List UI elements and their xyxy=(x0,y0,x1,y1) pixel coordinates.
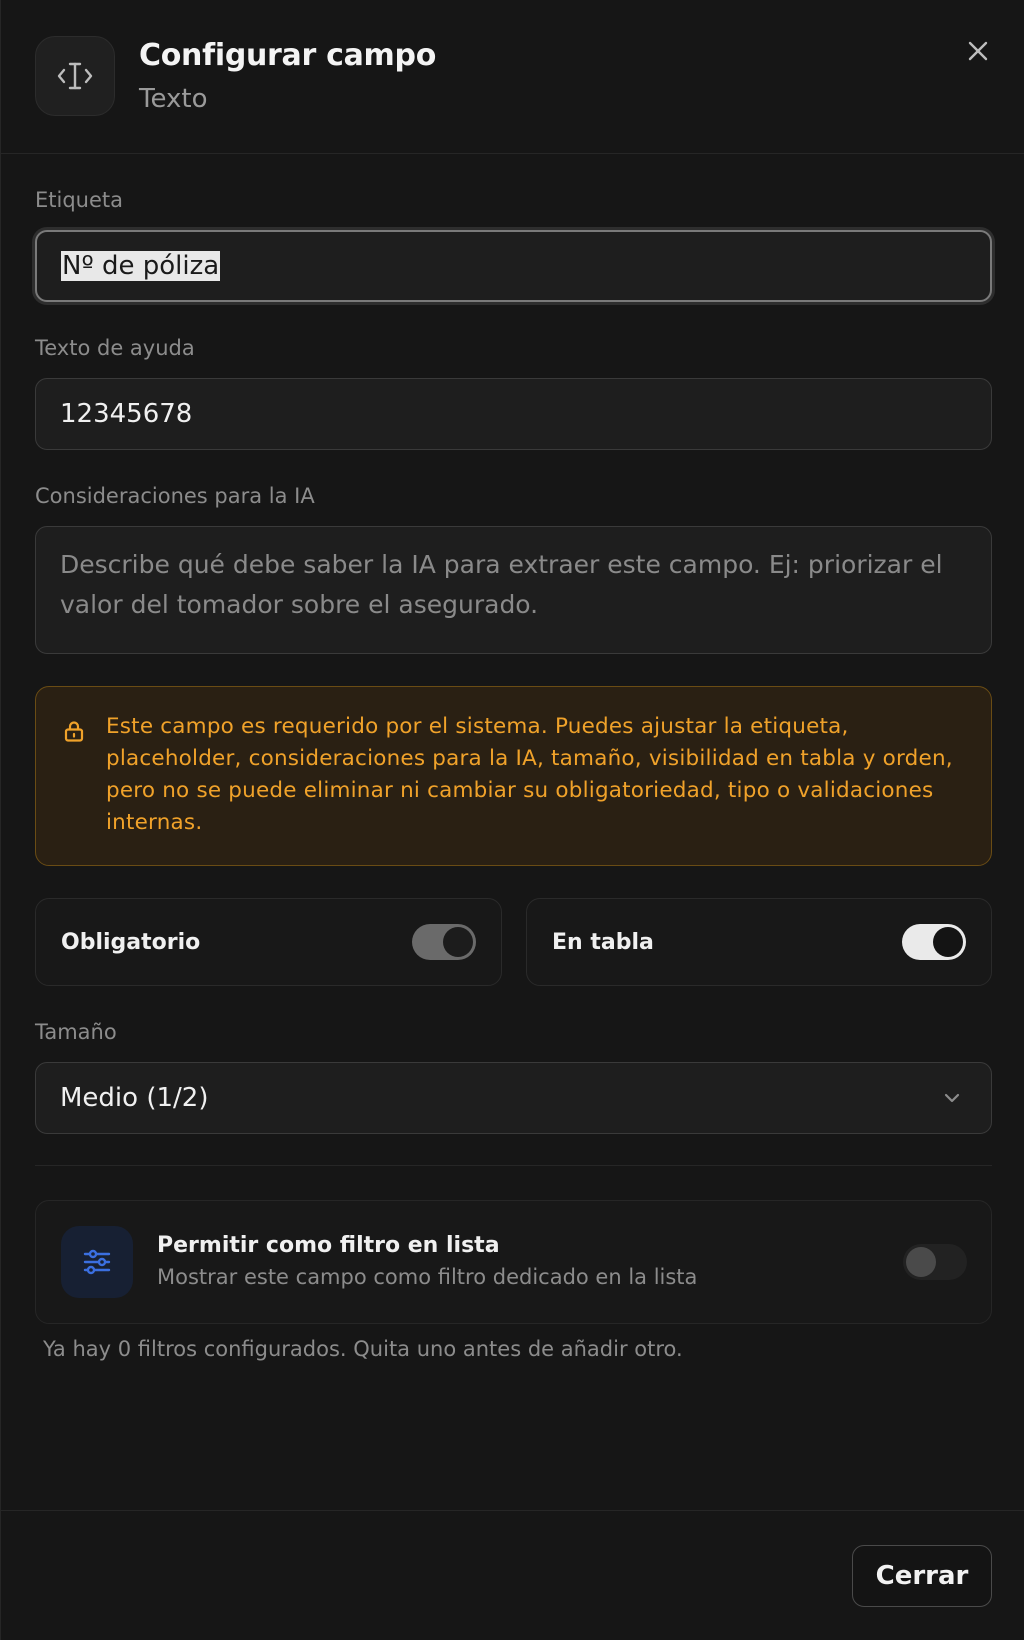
list-filter-card: Permitir como filtro en lista Mostrar es… xyxy=(35,1200,992,1324)
in-table-toggle-knob xyxy=(933,927,963,957)
close-panel-button[interactable]: Cerrar xyxy=(852,1545,992,1607)
size-label: Tamaño xyxy=(35,1020,117,1044)
help-text-value: 12345678 xyxy=(60,399,193,429)
lock-icon xyxy=(64,721,84,742)
filter-limit-hint: Ya hay 0 filtros configurados. Quita uno… xyxy=(43,1337,683,1361)
size-select-value: Medio (1/2) xyxy=(60,1083,209,1113)
list-filter-toggle-knob xyxy=(906,1247,936,1277)
help-text-label: Texto de ayuda xyxy=(35,336,195,360)
chevron-down-icon xyxy=(944,1093,960,1103)
warning-text: Este campo es requerido por el sistema. … xyxy=(106,714,953,835)
in-table-label: En tabla xyxy=(552,929,654,955)
close-icon xyxy=(968,41,988,61)
filter-description: Mostrar este campo como filtro dedicado … xyxy=(157,1265,698,1289)
page-title: Configurar campo xyxy=(139,38,437,73)
size-select[interactable]: Medio (1/2) xyxy=(35,1062,992,1134)
panel-footer: Cerrar xyxy=(1,1510,1024,1640)
field-type-subtitle: Texto xyxy=(139,84,208,114)
required-toggle-knob xyxy=(443,927,473,957)
label-input[interactable]: Nº de póliza xyxy=(35,230,992,302)
ai-considerations-textarea[interactable]: Describe qué debe saber la IA para extra… xyxy=(35,526,992,654)
help-text-input[interactable]: 12345678 xyxy=(35,378,992,450)
text-cursor-icon xyxy=(35,36,115,116)
system-field-warning: Este campo es requerido por el sistema. … xyxy=(35,686,992,866)
label-input-value: Nº de póliza xyxy=(61,251,221,281)
list-filter-toggle[interactable] xyxy=(903,1244,967,1280)
label-field-label: Etiqueta xyxy=(35,188,123,212)
panel-header: Configurar campo Texto xyxy=(1,0,1024,154)
close-button[interactable] xyxy=(961,34,995,68)
in-table-toggle[interactable] xyxy=(902,924,966,960)
ai-considerations-label: Consideraciones para la IA xyxy=(35,484,315,508)
section-divider xyxy=(35,1165,992,1166)
in-table-toggle-card: En tabla xyxy=(526,898,992,986)
required-toggle-card: Obligatorio xyxy=(35,898,502,986)
configure-field-panel: Configurar campo Texto Etiqueta Nº de pó… xyxy=(0,0,1024,1640)
filter-title: Permitir como filtro en lista xyxy=(157,1233,500,1258)
required-label: Obligatorio xyxy=(61,929,201,955)
required-toggle[interactable] xyxy=(412,924,476,960)
ai-considerations-placeholder: Describe qué debe saber la IA para extra… xyxy=(60,550,943,619)
sliders-icon xyxy=(61,1226,133,1298)
